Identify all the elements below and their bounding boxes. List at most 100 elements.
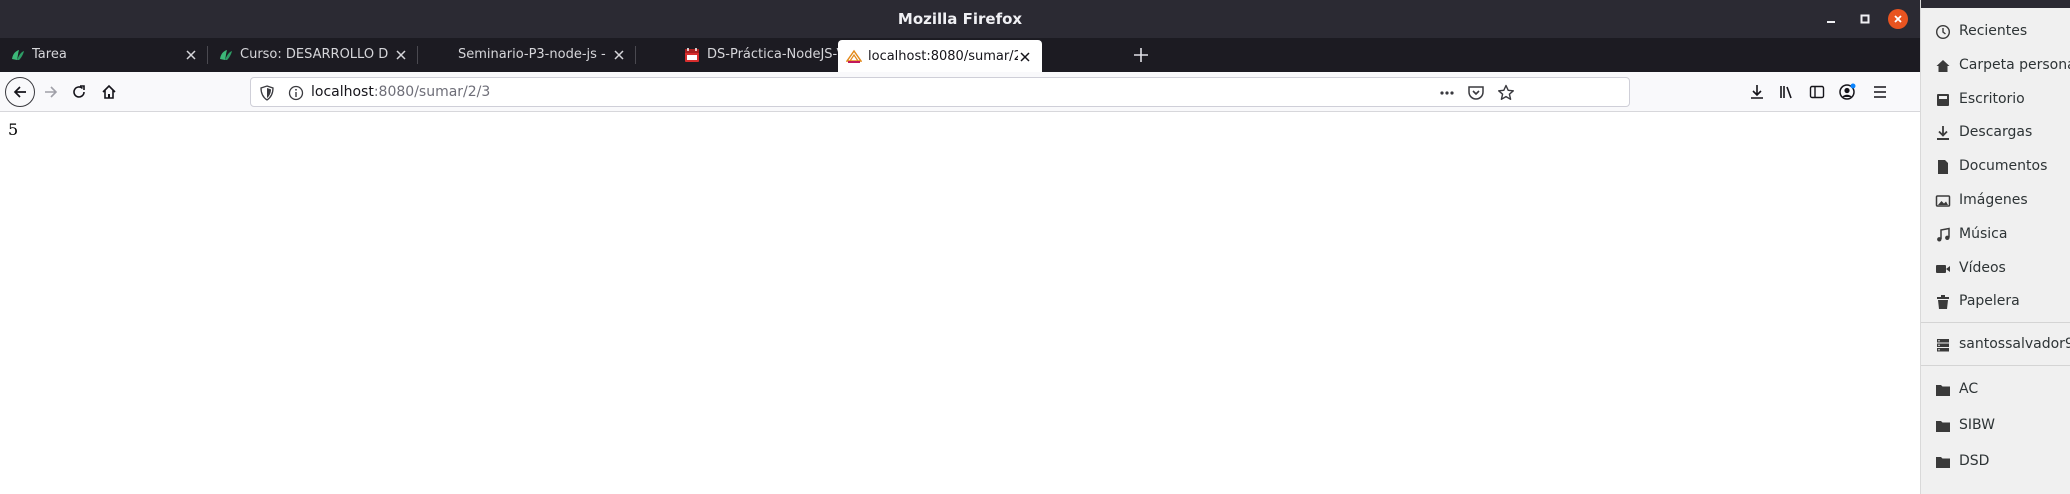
- sidebar-item-santossalvador9[interactable]: santossalvador9: [1921, 330, 2070, 360]
- sidebar-item-label: Descargas: [1959, 124, 2033, 140]
- reload-button[interactable]: [65, 78, 93, 106]
- sidebar-separator: [1921, 322, 2070, 323]
- desktop-icon: [1937, 94, 1949, 106]
- window-title: Mozilla Firefox: [897, 10, 1023, 28]
- downloads-button[interactable]: [1743, 78, 1771, 106]
- sidebar-item-label: AC: [1959, 381, 1979, 397]
- tab-label: DS-Práctica-NodeJS-Vier: [707, 47, 857, 62]
- close-window-button[interactable]: [1888, 9, 1908, 29]
- account-icon: [1839, 83, 1856, 100]
- tab-tarea[interactable]: Tarea: [0, 38, 208, 72]
- files-sidebar: Recientes Carpeta personal Escritorio De…: [1920, 0, 2070, 494]
- sidebar-item-label: Imágenes: [1959, 192, 2028, 208]
- folder-icon: [1936, 385, 1950, 396]
- reload-icon: [73, 85, 85, 98]
- sidebar-item-escritorio[interactable]: Escritorio: [1921, 85, 2070, 115]
- page-content: 5: [0, 112, 1920, 494]
- sidebar-item-documentos[interactable]: Documentos: [1921, 152, 2070, 182]
- download-icon: [1751, 85, 1763, 99]
- tab-label: Tarea: [32, 47, 67, 62]
- title-bar[interactable]: Mozilla Firefox: [0, 0, 1920, 38]
- sidebar-toggle-button[interactable]: [1803, 78, 1831, 106]
- sidebar-item-label: Documentos: [1959, 158, 2048, 174]
- tab-close-icon[interactable]: [184, 48, 198, 62]
- tab-close-icon[interactable]: [1018, 50, 1032, 64]
- url-text[interactable]: localhost:8080/sumar/2/3: [311, 84, 490, 100]
- clock-icon: [1935, 24, 1951, 40]
- sidebar-separator: [1921, 365, 2070, 366]
- sidebar-item-ac[interactable]: AC: [1921, 375, 2070, 405]
- page-actions-icon[interactable]: [1438, 84, 1456, 102]
- sidebar-item-descargas[interactable]: Descargas: [1921, 118, 2070, 148]
- sidebar-item-videos[interactable]: Vídeos: [1921, 254, 2070, 284]
- sidebar-item-label: SIBW: [1959, 417, 1995, 433]
- folder-icon: [1936, 457, 1950, 468]
- download-icon: [1937, 126, 1949, 140]
- tab-seminario[interactable]: Seminario-P3-node-js - Semi: [418, 38, 636, 72]
- app-menu-button[interactable]: [1866, 78, 1894, 106]
- minimize-button[interactable]: [1821, 9, 1841, 29]
- close-icon: [1894, 15, 1902, 23]
- url-bar[interactable]: localhost:8080/sumar/2/3: [250, 77, 1630, 107]
- url-path: :8080/sumar/2/3: [373, 84, 491, 100]
- sidebar-item-label: Vídeos: [1959, 260, 2006, 276]
- tab-close-icon[interactable]: [612, 48, 626, 62]
- bookmark-star-icon[interactable]: [1497, 84, 1515, 102]
- hamburger-menu-icon: [1874, 86, 1886, 98]
- pocket-icon[interactable]: [1467, 84, 1485, 102]
- tab-strip: Tarea Curso: DESARROLLO DE Seminario-P3-…: [0, 38, 1920, 72]
- folder-icon: [1936, 421, 1950, 432]
- back-arrow-icon: [13, 86, 26, 98]
- account-button[interactable]: [1833, 78, 1861, 106]
- tab-close-icon[interactable]: [394, 48, 408, 62]
- sidebar-item-carpeta-personal[interactable]: Carpeta personal: [1921, 51, 2070, 81]
- firefox-window: Mozilla Firefox Tarea Curso: DESARROLLO …: [0, 0, 1920, 494]
- sidebar-item-label: Papelera: [1959, 293, 2020, 309]
- tab-localhost-active[interactable]: localhost:8080/sumar/2/: [838, 40, 1042, 72]
- site-info-icon[interactable]: [288, 85, 304, 101]
- navigation-bar: localhost:8080/sumar/2/3: [0, 72, 1920, 112]
- forward-arrow-icon: [45, 86, 58, 98]
- sidebar-item-label: Música: [1959, 226, 2008, 242]
- moodle-icon: [12, 50, 24, 60]
- files-header-strip: [1921, 0, 2070, 8]
- maximize-icon: [1860, 14, 1870, 24]
- tab-curso[interactable]: Curso: DESARROLLO DE: [208, 38, 418, 72]
- sidebar-item-recientes[interactable]: Recientes: [1921, 17, 2070, 47]
- sidebar-item-label: DSD: [1959, 453, 1990, 469]
- calendar-icon: [685, 48, 699, 62]
- sidebar-item-label: santossalvador9: [1959, 336, 2070, 352]
- sum-result: 5: [8, 120, 19, 139]
- moodle-icon: [220, 50, 232, 60]
- sidebar-item-label: Carpeta personal: [1959, 57, 2070, 73]
- trash-icon: [1937, 295, 1949, 309]
- video-icon: [1936, 265, 1950, 273]
- sidebar-item-sibw[interactable]: SIBW: [1921, 411, 2070, 441]
- tab-label: Curso: DESARROLLO DE: [240, 47, 388, 62]
- tracking-shield-icon[interactable]: [259, 85, 275, 101]
- ugr-icon: [846, 49, 862, 63]
- document-icon: [1938, 160, 1948, 174]
- music-icon: [1937, 227, 1950, 242]
- forward-button[interactable]: [37, 78, 65, 106]
- server-icon: [1937, 339, 1949, 352]
- back-button[interactable]: [5, 77, 35, 107]
- screen: Mozilla Firefox Tarea Curso: DESARROLLO …: [0, 0, 2070, 494]
- library-icon: [1780, 86, 1792, 99]
- url-host: localhost: [311, 84, 374, 100]
- new-tab-icon[interactable]: [1132, 46, 1150, 64]
- sidebar-item-dsd[interactable]: DSD: [1921, 447, 2070, 477]
- home-button[interactable]: [95, 78, 123, 106]
- home-icon: [102, 84, 116, 99]
- tab-label: localhost:8080/sumar/2/: [868, 49, 1018, 64]
- sidebar-icon: [1809, 85, 1825, 99]
- tab-label: Seminario-P3-node-js - Semi: [458, 47, 606, 62]
- sidebar-item-imagenes[interactable]: Imágenes: [1921, 186, 2070, 216]
- maximize-button[interactable]: [1855, 9, 1875, 29]
- sidebar-item-papelera[interactable]: Papelera: [1921, 287, 2070, 317]
- image-icon: [1935, 195, 1951, 207]
- sidebar-item-label: Recientes: [1959, 23, 2028, 39]
- sidebar-item-musica[interactable]: Música: [1921, 220, 2070, 250]
- library-button[interactable]: [1773, 78, 1801, 106]
- home-icon: [1936, 60, 1950, 72]
